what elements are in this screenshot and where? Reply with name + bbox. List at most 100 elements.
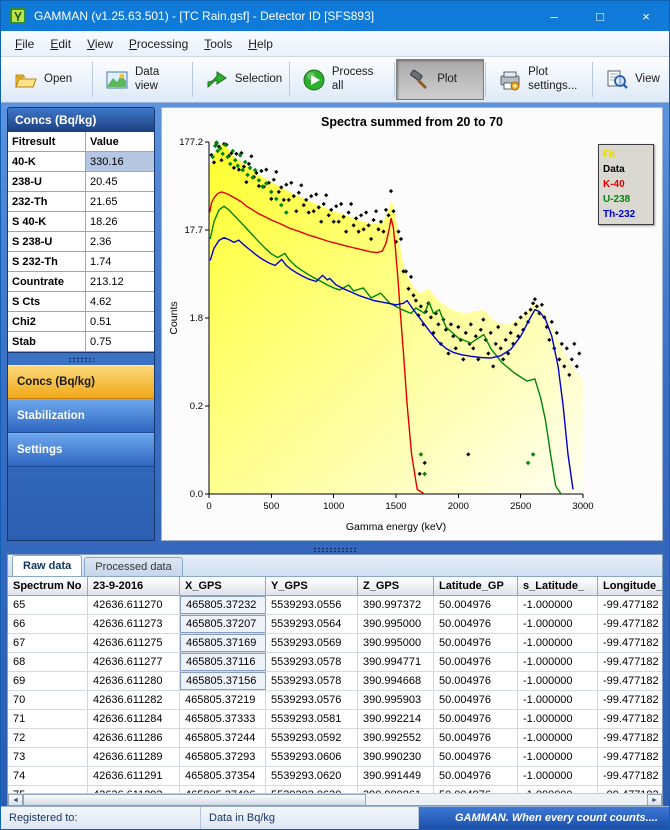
grid-cell[interactable]: 50.004976 [434,710,518,728]
grid-cell[interactable]: 50.004976 [434,691,518,709]
grid-cell[interactable]: -1.000000 [518,596,598,614]
grid-cell[interactable]: 5539293.0592 [266,729,358,747]
menu-processing[interactable]: Processing [121,33,196,55]
grid-cell[interactable]: 50.004976 [434,672,518,690]
grid-cell[interactable]: 390.994771 [358,653,434,671]
menu-edit[interactable]: Edit [42,33,79,55]
data-view-button[interactable]: Data view [94,59,191,100]
grid-cell[interactable]: 73 [8,748,88,766]
grid-cell[interactable]: 465805.37219 [180,691,266,709]
spectrum-chart[interactable]: 177.217.71.80.20.00500100015002000250030… [164,134,660,538]
grid-cell[interactable]: 465805.37169 [180,634,266,652]
sidebar-item-settings[interactable]: Settings [8,433,154,467]
table-row[interactable]: 7042636.611282465805.372195539293.057639… [8,691,662,710]
grid-cell[interactable]: -1.000000 [518,786,598,793]
grid-cell[interactable]: 5539293.0606 [266,748,358,766]
grid-col-header-23-9-2016[interactable]: 23-9-2016 [88,577,180,595]
grid-cell[interactable]: 465805.37293 [180,748,266,766]
grid-cell[interactable]: 42636.611282 [88,691,180,709]
grid-cell[interactable]: 390.991449 [358,767,434,785]
grid-cell[interactable]: 50.004976 [434,596,518,614]
grid-cell[interactable]: 71 [8,710,88,728]
table-row[interactable]: 7542636.611293465805.374065539293.063039… [8,786,662,793]
grid-cell[interactable]: -99.477182 [598,729,662,747]
grid-col-header-s-latitude[interactable]: s_Latitude_ [518,577,598,595]
grid-cell[interactable]: 390.995000 [358,615,434,633]
grid-cell[interactable]: 465805.37333 [180,710,266,728]
grid-col-header-y-gps[interactable]: Y_GPS [266,577,358,595]
grid-col-header-z-gps[interactable]: Z_GPS [358,577,434,595]
grid-cell[interactable]: 69 [8,672,88,690]
grid-cell[interactable]: 465805.37406 [180,786,266,793]
grid-cell[interactable]: -99.477182 [598,615,662,633]
grid-cell[interactable]: -1.000000 [518,672,598,690]
grid-cell[interactable]: -99.477182 [598,748,662,766]
grid-cell[interactable]: -99.477182 [598,653,662,671]
table-row[interactable]: 7242636.611286465805.372445539293.059239… [8,729,662,748]
grid-cell[interactable]: 465805.37244 [180,729,266,747]
plot-button[interactable]: Plot [396,59,484,100]
grid-cell[interactable]: 465805.37354 [180,767,266,785]
grid-cell[interactable]: 390.992214 [358,710,434,728]
grid-cell[interactable]: -1.000000 [518,691,598,709]
grid-cell[interactable]: 42636.611273 [88,615,180,633]
scrollbar-track[interactable] [23,794,647,806]
menu-file[interactable]: File [7,33,42,55]
grid-cell[interactable]: 68 [8,653,88,671]
grid-cell[interactable]: -99.477182 [598,634,662,652]
grid-cell[interactable]: 50.004976 [434,729,518,747]
grid-cell[interactable]: -1.000000 [518,634,598,652]
grid-cell[interactable]: 465805.37116 [180,653,266,671]
grid-cell[interactable]: 390.989861 [358,786,434,793]
grid-cell[interactable]: 66 [8,615,88,633]
plot-settings-button[interactable]: Plot settings... [487,59,591,100]
close-button[interactable]: × [623,1,669,31]
grid-cell[interactable]: -99.477182 [598,710,662,728]
grid-cell[interactable]: -1.000000 [518,748,598,766]
grid-cell[interactable]: -99.477182 [598,786,662,793]
grid-cell[interactable]: 5539293.0578 [266,672,358,690]
grid-col-header-x-gps[interactable]: X_GPS [180,577,266,595]
grid-cell[interactable]: 5539293.0556 [266,596,358,614]
grid-cell[interactable]: -99.477182 [598,691,662,709]
grid-cell[interactable]: 5539293.0630 [266,786,358,793]
grid-cell[interactable]: -99.477182 [598,672,662,690]
table-row[interactable]: 6542636.611270465805.372325539293.055639… [8,596,662,615]
grid-cell[interactable]: -1.000000 [518,615,598,633]
grid-cell[interactable]: 65 [8,596,88,614]
horizontal-splitter[interactable] [1,545,669,554]
grid-cell[interactable]: 50.004976 [434,615,518,633]
menu-tools[interactable]: Tools [196,33,240,55]
selection-button[interactable]: Selection [194,59,288,100]
view-button[interactable]: View [594,59,667,100]
grid-cell[interactable]: 465805.37232 [180,596,266,614]
grid-cell[interactable]: 5539293.0620 [266,767,358,785]
grid-cell[interactable]: 5539293.0564 [266,615,358,633]
scroll-right-button[interactable]: ► [647,794,662,806]
table-row[interactable]: 7442636.611291465805.373545539293.062039… [8,767,662,786]
open-button[interactable]: Open [3,59,91,100]
scroll-left-button[interactable]: ◄ [8,794,23,806]
tab-raw-data[interactable]: Raw data [12,555,82,576]
grid-cell[interactable]: 5539293.0581 [266,710,358,728]
grid-cell[interactable]: 42636.611286 [88,729,180,747]
grid-cell[interactable]: 67 [8,634,88,652]
menu-help[interactable]: Help [240,33,281,55]
grid-cell[interactable]: 42636.611277 [88,653,180,671]
grid-cell[interactable]: 42636.611293 [88,786,180,793]
grid-cell[interactable]: 5539293.0576 [266,691,358,709]
grid-cell[interactable]: -1.000000 [518,767,598,785]
grid-cell[interactable]: 42636.611270 [88,596,180,614]
grid-cell[interactable]: 42636.611284 [88,710,180,728]
process-all-button[interactable]: Process all [291,59,393,100]
grid-cell[interactable]: 72 [8,729,88,747]
grid-cell[interactable]: -1.000000 [518,653,598,671]
grid-cell[interactable]: 390.995000 [358,634,434,652]
sidebar-item-concs-bq-kg[interactable]: Concs (Bq/kg) [8,365,154,399]
minimize-button[interactable]: – [531,1,577,31]
grid-col-header-spectrum-no[interactable]: Spectrum No [8,577,88,595]
grid-cell[interactable]: 75 [8,786,88,793]
grid-cell[interactable]: 50.004976 [434,786,518,793]
table-row[interactable]: 7142636.611284465805.373335539293.058139… [8,710,662,729]
maximize-button[interactable]: □ [577,1,623,31]
